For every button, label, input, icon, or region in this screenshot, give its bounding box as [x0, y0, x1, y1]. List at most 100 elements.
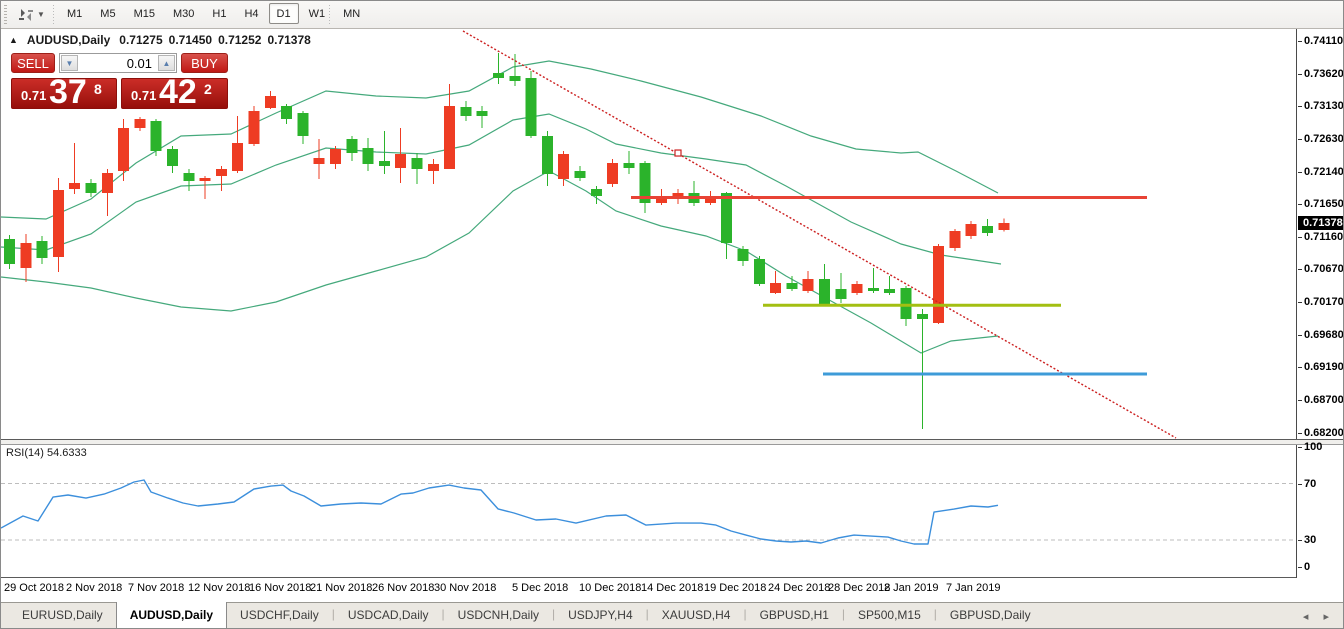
- chart-tab-gbpusd-daily[interactable]: GBPUSD,Daily: [937, 603, 1044, 629]
- candle-body: [607, 163, 618, 184]
- price-tick-label: 0.70670: [1304, 263, 1344, 275]
- date-label: 7 Nov 2018: [128, 582, 184, 594]
- descending-trendline[interactable]: [463, 31, 1176, 438]
- candle-body: [118, 128, 129, 171]
- rsi-line: [1, 480, 998, 544]
- current-price-badge: 0.71378: [1298, 216, 1344, 230]
- candle-body: [884, 289, 895, 293]
- chart-shift-icon: [18, 8, 34, 22]
- chart-symbol: AUDUSD,Daily: [27, 33, 110, 47]
- date-label: 14 Dec 2018: [641, 582, 703, 594]
- date-label: 2 Jan 2019: [884, 582, 938, 594]
- price-tick-label: 0.72630: [1304, 133, 1344, 145]
- candle-body: [232, 143, 243, 171]
- timeframe-button-mn[interactable]: MN: [335, 3, 368, 24]
- chart-tab-gbpusd[interactable]: GBPUSD,H1: [747, 603, 842, 629]
- lot-decrease-button[interactable]: ▼: [61, 55, 78, 71]
- date-label: 12 Nov 2018: [188, 582, 250, 594]
- timeframe-button-m30[interactable]: M30: [165, 3, 202, 24]
- candle-body: [493, 73, 504, 78]
- candle-body: [477, 111, 488, 116]
- lot-size-field[interactable]: ▼ 0.01 ▲: [59, 53, 177, 73]
- candle-body: [786, 283, 797, 289]
- chart-tab-xauusd[interactable]: XAUUSD,H4: [649, 603, 744, 629]
- rsi-axis[interactable]: 10070300: [1296, 445, 1344, 578]
- toolbar-grip[interactable]: [4, 5, 7, 25]
- candle-body: [53, 190, 64, 257]
- timeframe-buttons: M1M5M15M30H1H4D1W1MN: [59, 3, 368, 24]
- chart-tab-usdcad-daily[interactable]: USDCAD,Daily: [335, 603, 442, 629]
- chart-shift-button[interactable]: ▼: [15, 4, 55, 26]
- candle-body: [803, 279, 814, 291]
- price-tick-label: 0.71650: [1304, 198, 1344, 210]
- candle-body: [575, 171, 586, 178]
- candle-body: [770, 283, 781, 293]
- price-tick-label: 0.71160: [1304, 231, 1343, 243]
- candle-body: [102, 173, 113, 193]
- date-axis[interactable]: 29 Oct 20182 Nov 20187 Nov 201812 Nov 20…: [1, 578, 1344, 602]
- candle-body: [134, 119, 145, 128]
- close-value: 0.71378: [267, 33, 310, 47]
- candle-body: [998, 223, 1009, 230]
- tab-scroll-arrows[interactable]: ◂ ▸: [1303, 610, 1335, 623]
- candle-body: [444, 106, 455, 169]
- buy-price-button[interactable]: 0.71 42 2: [121, 78, 228, 109]
- date-label: 29 Oct 2018: [4, 582, 64, 594]
- sell-pips: 37: [49, 73, 87, 112]
- rsi-chart: [1, 445, 1296, 578]
- open-value: 0.71275: [119, 33, 162, 47]
- timeframe-button-m1[interactable]: M1: [59, 3, 90, 24]
- rsi-tick-label: 30: [1304, 534, 1316, 546]
- timeframe-button-m15[interactable]: M15: [126, 3, 163, 24]
- chart-tab-sp500[interactable]: SP500,M15: [845, 603, 934, 629]
- lot-increase-button[interactable]: ▲: [158, 55, 175, 71]
- timeframe-button-m5[interactable]: M5: [92, 3, 123, 24]
- candle-body: [69, 183, 80, 189]
- sell-price-button[interactable]: 0.71 37 8: [11, 78, 117, 109]
- chart-tab-usdcnh-daily[interactable]: USDCNH,Daily: [445, 603, 552, 629]
- timeframe-button-h1[interactable]: H1: [204, 3, 234, 24]
- one-click-toggle-icon[interactable]: ▲: [9, 35, 18, 45]
- candle-body: [949, 231, 960, 248]
- toolbar-separator: [53, 5, 54, 25]
- candle-body: [395, 154, 406, 168]
- date-label: 16 Nov 2018: [249, 582, 311, 594]
- main-chart-pane[interactable]: ▲ AUDUSD,Daily 0.71275 0.71450 0.71252 0…: [1, 29, 1344, 439]
- timeframe-button-d1[interactable]: D1: [269, 3, 299, 24]
- buy-big-figure: 0.71: [131, 88, 156, 103]
- buy-button[interactable]: BUY: [181, 53, 228, 73]
- lot-size-value[interactable]: 0.01: [127, 56, 152, 71]
- chart-tab-usdjpy[interactable]: USDJPY,H4: [555, 603, 645, 629]
- candle-body: [20, 243, 31, 268]
- chevron-down-icon[interactable]: ▼: [37, 11, 45, 19]
- candle-body: [216, 169, 227, 176]
- candle-body: [819, 279, 830, 304]
- candle-body: [379, 161, 390, 166]
- price-axis[interactable]: 0.71378 0.741100.736200.731300.726300.72…: [1296, 29, 1344, 439]
- candle-body: [297, 113, 308, 136]
- candle-body: [901, 288, 912, 319]
- toolbar: ▼ M1M5M15M30H1H4D1W1MN: [1, 1, 1343, 29]
- candle-body: [37, 241, 48, 258]
- candle-body: [86, 183, 97, 193]
- chart-tab-usdchf-daily[interactable]: USDCHF,Daily: [227, 603, 332, 629]
- chart-tab-eurusd-daily[interactable]: EURUSD,Daily: [9, 603, 116, 629]
- candle-body: [249, 111, 260, 144]
- candle-body: [281, 106, 292, 119]
- candle-body: [200, 178, 211, 181]
- timeframe-button-h4[interactable]: H4: [236, 3, 266, 24]
- candle-body: [183, 173, 194, 181]
- price-tick-label: 0.68700: [1304, 394, 1344, 406]
- candle-body: [835, 289, 846, 299]
- sell-button[interactable]: SELL: [11, 53, 55, 73]
- candle-body: [460, 107, 471, 116]
- chart-tab-audusd-daily[interactable]: AUDUSD,Daily: [116, 602, 227, 629]
- one-click-trade-panel: SELL ▼ 0.01 ▲ BUY 0.71 37 8 0.71 42 2: [9, 51, 230, 110]
- trendline-anchor-marker[interactable]: [675, 150, 681, 156]
- price-tick-label: 0.72140: [1304, 166, 1344, 178]
- price-tick-label: 0.68200: [1304, 427, 1344, 439]
- buy-pips: 42: [159, 73, 197, 112]
- chart-tab-bar: EURUSD,DailyAUDUSD,DailyUSDCHF,Daily|USD…: [1, 602, 1344, 629]
- candle-body: [363, 148, 374, 164]
- candle-body: [982, 226, 993, 233]
